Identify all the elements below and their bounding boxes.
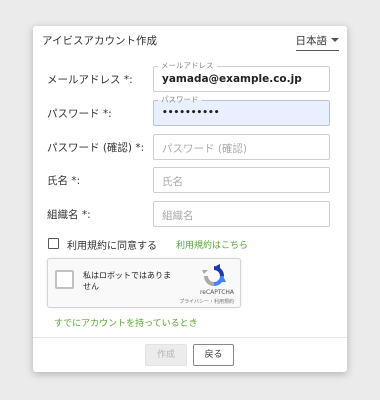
email-field[interactable]: メールアドレス yamada@example.co.jp xyxy=(153,61,330,92)
email-legend: メールアドレス xyxy=(158,61,217,71)
password-label: パスワード *: xyxy=(47,108,112,120)
recaptcha-checkbox[interactable] xyxy=(55,270,74,289)
dialog-title: アイビスアカウント作成 xyxy=(42,35,157,47)
password-value: •••••••••• xyxy=(162,108,220,118)
password-legend: パスワード xyxy=(158,95,202,105)
terms-checkbox[interactable] xyxy=(48,238,59,249)
name-label: 氏名 *: xyxy=(47,175,81,187)
create-account-dialog: アイビスアカウント作成 日本語 メールアドレス *: メールアドレス yamad… xyxy=(33,26,347,372)
name-field[interactable]: 氏名 xyxy=(153,167,330,193)
language-value: 日本語 xyxy=(295,35,328,47)
recaptcha-brand: reCAPTCHA xyxy=(199,289,234,296)
chevron-down-icon xyxy=(331,38,339,42)
password-confirm-row: パスワード (確認) *: パスワード (確認) xyxy=(33,134,347,160)
have-account-link[interactable]: すでにアカウントを持っているとき xyxy=(54,316,198,329)
organization-row: 組織名 *: 組織名 xyxy=(33,201,347,227)
dialog-footer: 作成 戻る xyxy=(33,337,347,372)
create-button[interactable]: 作成 xyxy=(145,344,187,366)
email-row: メールアドレス *: メールアドレス yamada@example.co.jp xyxy=(33,61,347,92)
password-field[interactable]: パスワード •••••••••• xyxy=(153,95,330,126)
terms-row: 利用規約に同意する 利用規約はこちら xyxy=(48,237,328,252)
email-label: メールアドレス *: xyxy=(47,74,133,86)
name-row: 氏名 *: 氏名 xyxy=(33,167,347,193)
back-button[interactable]: 戻る xyxy=(193,344,234,366)
recaptcha-logo-icon xyxy=(202,264,226,286)
dialog-header: アイビスアカウント作成 日本語 xyxy=(33,26,347,56)
organization-label: 組織名 *: xyxy=(47,209,91,221)
terms-link[interactable]: 利用規約はこちら xyxy=(176,238,248,251)
password-row: パスワード *: パスワード •••••••••• xyxy=(33,95,347,126)
name-placeholder: 氏名 xyxy=(162,176,183,188)
language-select[interactable]: 日本語 xyxy=(295,33,339,51)
email-value: yamada@example.co.jp xyxy=(162,73,302,85)
recaptcha-widget: 私はロボットではありません reCAPTCHA プライバシー・利用規約 xyxy=(47,258,241,308)
organization-field[interactable]: 組織名 xyxy=(153,201,330,227)
recaptcha-privacy-link[interactable]: プライバシー・利用規約 xyxy=(179,298,234,305)
organization-placeholder: 組織名 xyxy=(162,210,194,222)
terms-label[interactable]: 利用規約に同意する xyxy=(67,237,157,252)
password-confirm-label: パスワード (確認) *: xyxy=(47,142,145,154)
recaptcha-text: 私はロボットではありません xyxy=(83,271,171,291)
password-confirm-placeholder: パスワード (確認) xyxy=(162,143,248,155)
password-confirm-field[interactable]: パスワード (確認) xyxy=(153,134,330,160)
